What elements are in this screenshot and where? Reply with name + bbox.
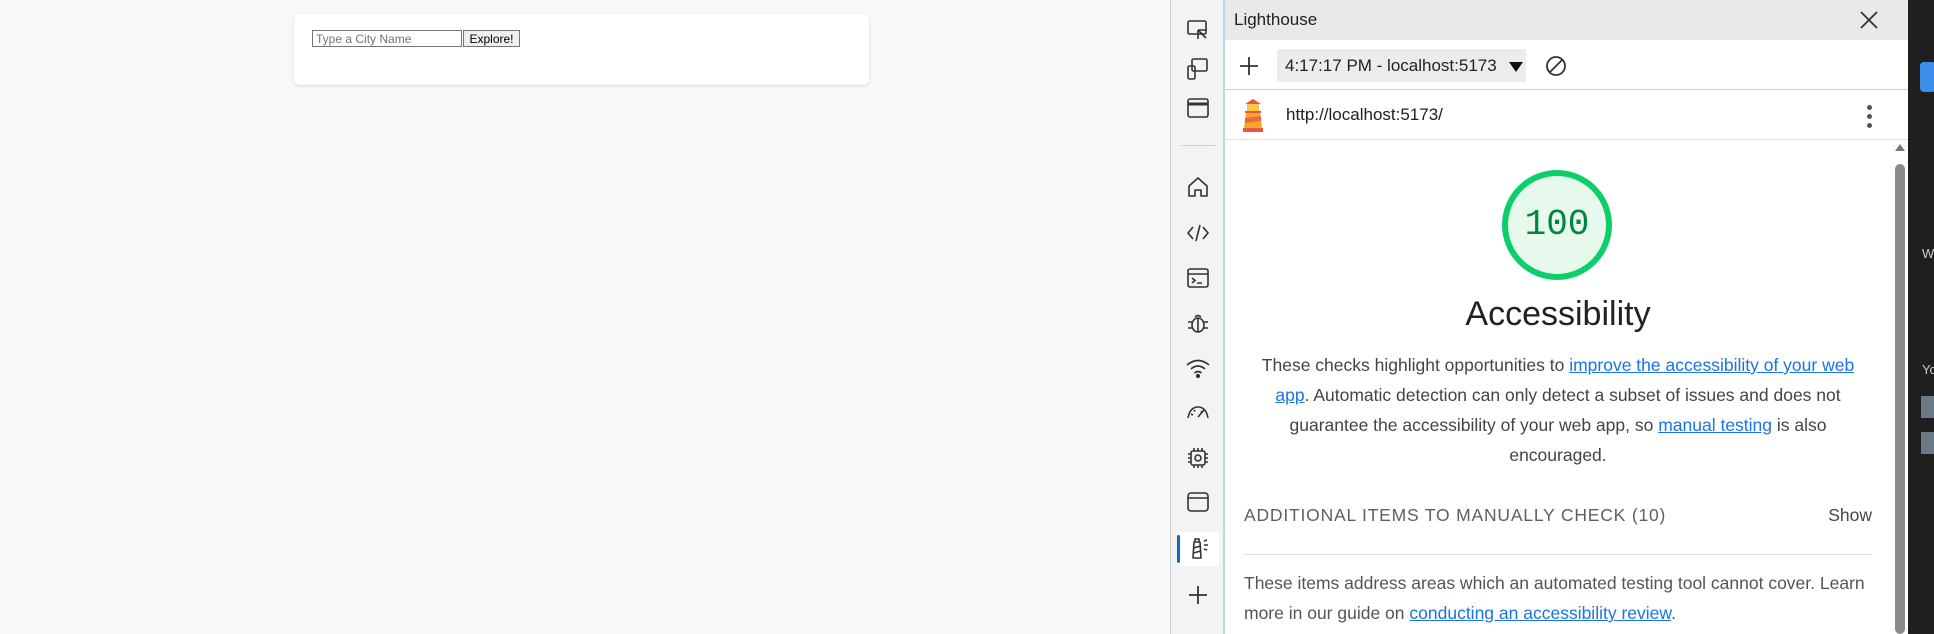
category-title: Accessibility (1465, 295, 1651, 333)
category-description: These checks highlight opportunities to … (1253, 350, 1863, 470)
panel-title: Lighthouse (1234, 10, 1318, 29)
lighthouse-toolbar: 4:17:17 PM - localhost:5173 (1225, 40, 1908, 90)
score-gauge: 100 (1502, 170, 1612, 280)
welcome-home-icon[interactable] (1184, 173, 1212, 201)
lighthouse-panel: Lighthouse 4:17:17 PM - localhost:5173 h… (1224, 0, 1908, 634)
manual-check-header[interactable]: ADDITIONAL ITEMS TO MANUALLY CHECK (10) … (1244, 505, 1872, 555)
application-icon[interactable] (1184, 488, 1212, 516)
network-wifi-icon[interactable] (1184, 354, 1212, 382)
sidebar-letter-yo: Yo (1922, 362, 1934, 377)
window-icon[interactable] (1184, 94, 1212, 122)
panel-titlebar: Lighthouse (1225, 0, 1908, 40)
accessibility-review-link[interactable]: conducting an accessibility review (1409, 603, 1671, 623)
report-url-bar: http://localhost:5173/ (1225, 90, 1908, 140)
manual-check-description: These items address areas which an autom… (1244, 573, 1865, 623)
show-toggle[interactable]: Show (1828, 505, 1872, 526)
dropdown-arrow-icon (1509, 62, 1523, 72)
city-search-input[interactable] (312, 30, 462, 47)
score-value: 100 (1524, 204, 1590, 245)
performance-gauge-icon[interactable] (1184, 399, 1212, 427)
sidebar-accent-button[interactable] (1920, 62, 1934, 92)
new-report-plus-icon[interactable] (1237, 54, 1261, 78)
report-url: http://localhost:5173/ (1286, 105, 1443, 124)
clear-reports-icon[interactable] (1543, 53, 1569, 79)
sources-debug-icon[interactable] (1184, 309, 1212, 337)
manual-check-title: ADDITIONAL ITEMS TO MANUALLY CHECK (10) (1244, 505, 1667, 525)
more-tools-plus-icon[interactable] (1184, 581, 1212, 609)
memory-chip-icon[interactable] (1184, 444, 1212, 472)
report-selector-dropdown[interactable]: 4:17:17 PM - localhost:5173 (1277, 49, 1526, 82)
elements-code-icon[interactable] (1184, 219, 1212, 247)
description-text-1: These checks highlight opportunities to (1261, 355, 1570, 375)
report-content: 100 Accessibility These checks highlight… (1225, 140, 1891, 634)
sidebar-thumbnail[interactable] (1921, 432, 1934, 454)
selected-tool-indicator (1177, 535, 1180, 563)
explore-button[interactable]: Explore! (463, 30, 520, 47)
scroll-up-arrow-icon[interactable] (1895, 144, 1905, 151)
manual-check-count: (10) (1631, 505, 1667, 525)
sidebar-thumbnail[interactable] (1921, 396, 1934, 418)
inspect-element-icon[interactable] (1184, 16, 1212, 44)
devtools-activity-bar (1170, 0, 1224, 634)
page-viewport: Explore! (0, 0, 1170, 634)
console-icon[interactable] (1184, 264, 1212, 292)
search-card: Explore! (294, 14, 869, 85)
browser-sidebar-edge: W Yo (1908, 0, 1934, 634)
lighthouse-logo-icon (1239, 98, 1267, 132)
close-icon[interactable] (1855, 6, 1883, 34)
activity-divider (1181, 145, 1215, 146)
scrollbar-thumb[interactable] (1895, 164, 1905, 634)
sidebar-letter-w: W (1922, 246, 1934, 261)
device-emulation-icon[interactable] (1184, 55, 1212, 83)
lighthouse-icon[interactable] (1184, 535, 1212, 563)
report-selector-value: 4:17:17 PM - localhost:5173 (1285, 56, 1497, 75)
vertical-scrollbar[interactable] (1891, 140, 1908, 634)
manual-testing-link[interactable]: manual testing (1658, 415, 1772, 435)
more-options-kebab-icon[interactable] (1861, 102, 1877, 130)
